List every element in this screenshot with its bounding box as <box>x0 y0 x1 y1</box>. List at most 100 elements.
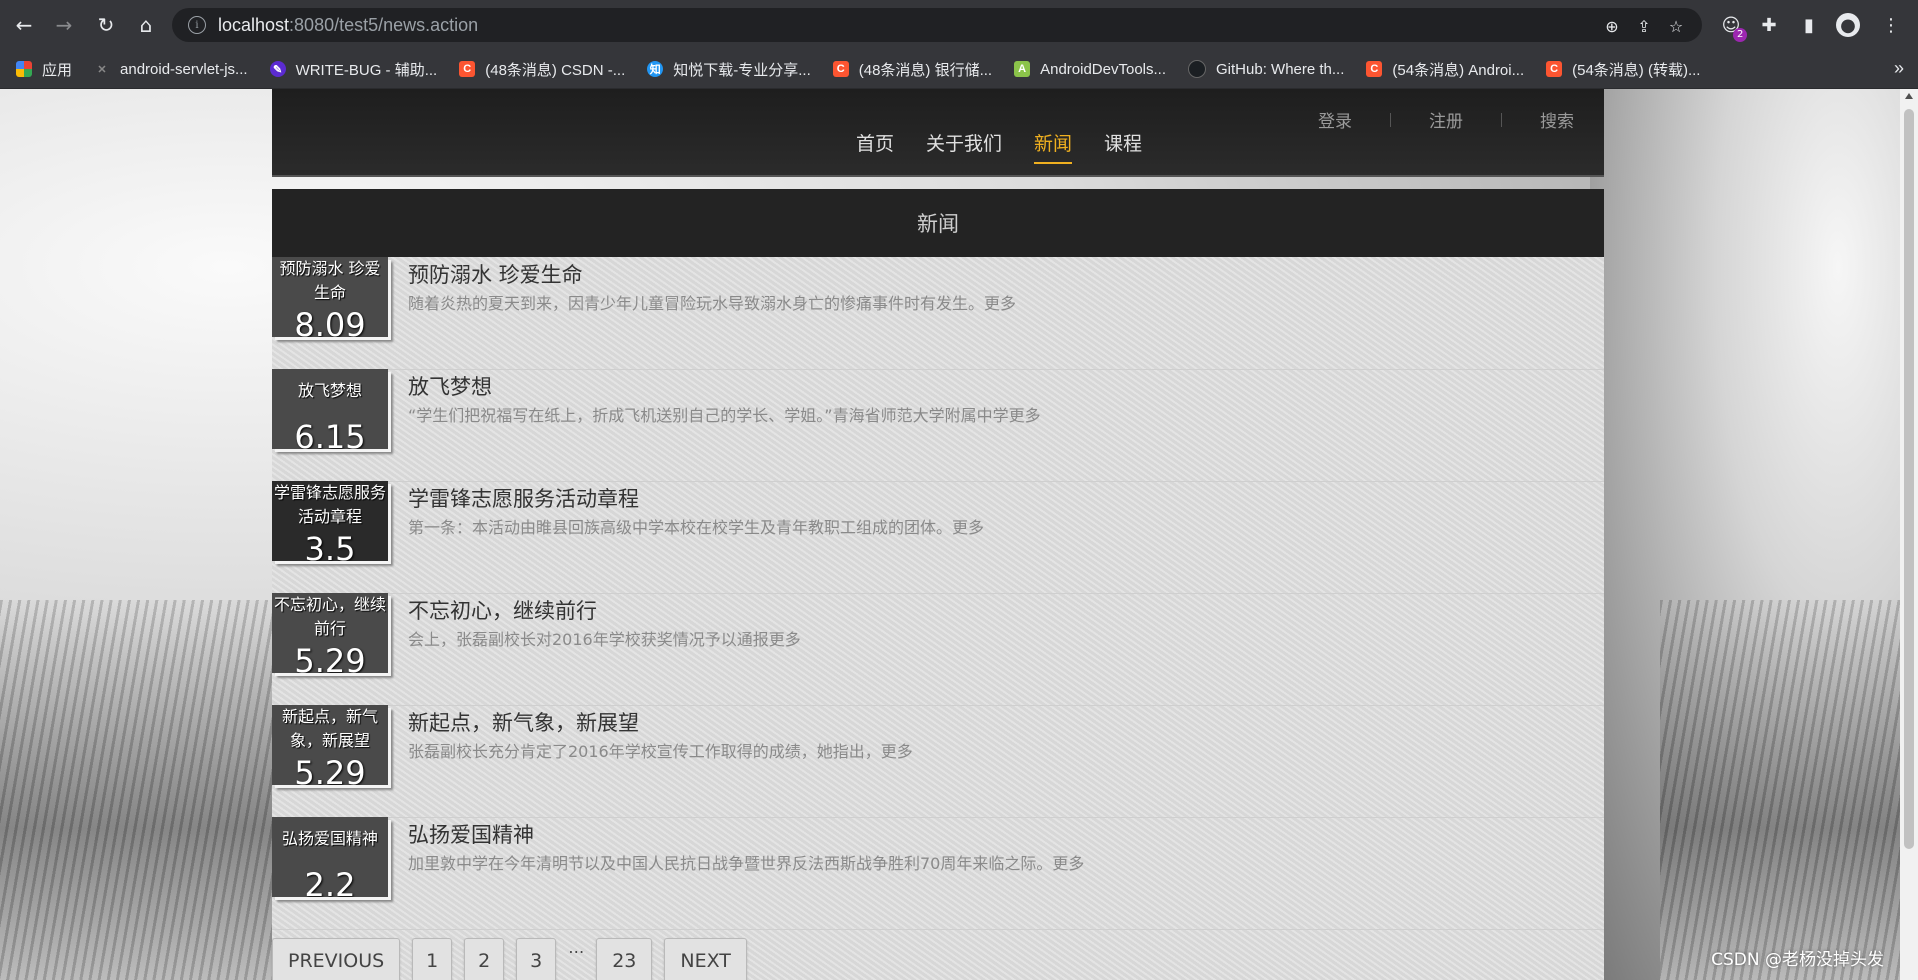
page-1-button[interactable]: 1 <box>412 938 453 980</box>
divider <box>1390 112 1391 127</box>
date-box-title: 不忘初心，继续前行 <box>274 595 387 638</box>
previous-page-button[interactable]: PREVIOUS <box>272 938 401 980</box>
news-title[interactable]: 预防溺水 珍爱生命 <box>408 259 583 289</box>
news-summary[interactable]: 第一条：本活动由睢县回族高级中学本校在校学生及青年教职工组成的团体。更多 <box>408 514 984 538</box>
vertical-scrollbar[interactable] <box>1900 89 1918 980</box>
bookmark-label: WRITE-BUG - 辅助... <box>295 61 438 79</box>
bookmark-android-servlet[interactable]: ✕ android-servlet-js... <box>94 60 248 78</box>
date-box-title: 学雷锋志愿服务活动章程 <box>274 483 387 526</box>
menu-kebab-icon[interactable]: ⋮ <box>1878 12 1904 38</box>
news-title[interactable]: 弘扬爱国精神 <box>408 819 534 849</box>
date-box[interactable]: 放飞梦想 6.15 <box>272 369 388 449</box>
forward-arrow-icon[interactable]: → <box>48 9 80 41</box>
url-text[interactable]: localhost:8080/test5/news.action <box>218 15 478 36</box>
news-title[interactable]: 不忘初心，继续前行 <box>408 595 597 625</box>
date-box[interactable]: 预防溺水 珍爱生命 8.09 <box>272 257 388 337</box>
news-item[interactable]: 预防溺水 珍爱生命 8.09 预防溺水 珍爱生命 随着炎热的夏天到来，因青少年儿… <box>272 257 1604 370</box>
csdn-icon: C <box>832 61 849 77</box>
news-summary[interactable]: 张磊副校长充分肯定了2016年学校宣传工作取得的成绩，她指出，更多 <box>408 738 913 762</box>
scroll-up-arrow-icon[interactable] <box>1905 93 1913 99</box>
news-date: 3.5 <box>304 530 356 561</box>
date-box[interactable]: 学雷锋志愿服务活动章程 3.5 <box>272 481 388 561</box>
news-title[interactable]: 放飞梦想 <box>408 371 492 401</box>
reload-icon[interactable]: ↻ <box>90 9 122 41</box>
news-summary[interactable]: 会上，张磊副校长对2016年学校获奖情况予以通报更多 <box>408 626 801 650</box>
bookmark-androiddevtools[interactable]: A AndroidDevTools... <box>1014 61 1166 78</box>
date-box-title: 预防溺水 珍爱生命 <box>279 259 381 302</box>
date-box-title: 放飞梦想 <box>297 381 362 400</box>
github-icon <box>1188 60 1207 78</box>
news-item[interactable]: 学雷锋志愿服务活动章程 3.5 学雷锋志愿服务活动章程 第一条：本活动由睢县回族… <box>272 481 1604 594</box>
date-box-title: 弘扬爱国精神 <box>281 829 378 848</box>
page-3-button[interactable]: 3 <box>516 938 557 980</box>
news-summary[interactable]: “学生们把祝福写在纸上，折成飞机送别自己的学长、学姐。”青海省师范大学附属中学更… <box>408 402 1041 426</box>
back-arrow-icon[interactable]: ← <box>8 9 40 41</box>
page-2-button[interactable]: 2 <box>464 938 505 980</box>
bookmark-star-icon[interactable]: ☆ <box>1666 16 1686 36</box>
date-box[interactable]: 不忘初心，继续前行 5.29 <box>272 593 388 673</box>
divider <box>1501 112 1502 127</box>
page-viewport: 登录 注册 搜索 首页 关于我们 新闻 课程 新闻 预防溺水 珍爱生命 8.09 <box>0 89 1900 980</box>
home-icon[interactable]: ⌂ <box>130 9 162 41</box>
section-title: 新闻 <box>917 212 959 236</box>
writebug-icon: ✎ <box>269 61 286 77</box>
address-bar[interactable]: i localhost:8080/test5/news.action ⊕ ⇪ ☆ <box>172 8 1702 42</box>
bookmark-label: AndroidDevTools... <box>1040 60 1167 78</box>
date-box[interactable]: 新起点，新气象，新展望 5.29 <box>272 705 388 785</box>
news-date: 8.09 <box>294 306 366 337</box>
date-box[interactable]: 弘扬爱国精神 2.2 <box>272 817 388 897</box>
register-link[interactable]: 注册 <box>1425 107 1467 132</box>
bookmark-label: (48条消息) CSDN -... <box>485 61 626 79</box>
bookmark-zhiyue[interactable]: 知知悦下载-专业分享... <box>647 59 811 80</box>
more-bookmarks-chevron-icon[interactable]: » <box>1894 58 1904 79</box>
zoom-icon[interactable]: ⊕ <box>1602 16 1622 36</box>
bookmark-writebug[interactable]: ✎ WRITE-BUG - 辅助... <box>269 59 438 80</box>
url-host: localhost <box>218 14 290 35</box>
csdn-icon: C <box>1366 61 1383 77</box>
x-icon: ✕ <box>97 63 107 76</box>
site-info-icon[interactable]: i <box>188 16 206 34</box>
androiddevtools-icon: A <box>1014 61 1031 77</box>
nav-about[interactable]: 关于我们 <box>926 129 1002 164</box>
csdn-watermark: CSDN @老杨没掉头发 <box>1711 950 1884 970</box>
nav-courses[interactable]: 课程 <box>1104 129 1142 164</box>
zhiyue-icon: 知 <box>647 61 664 77</box>
scrollbar-thumb[interactable] <box>1904 109 1914 849</box>
news-item[interactable]: 放飞梦想 6.15 放飞梦想 “学生们把祝福写在纸上，折成飞机送别自己的学长、学… <box>272 369 1604 482</box>
site-header: 登录 注册 搜索 首页 关于我们 新闻 课程 <box>272 89 1604 177</box>
side-panel-icon[interactable]: ▮ <box>1796 12 1822 38</box>
bookmark-apps[interactable]: 应用 <box>16 59 72 80</box>
bookmark-github[interactable]: GitHub: Where th... <box>1188 60 1344 78</box>
bookmark-label: 应用 <box>42 61 73 79</box>
nav-news[interactable]: 新闻 <box>1034 129 1073 164</box>
csdn-icon: C <box>1546 61 1563 77</box>
bookmark-label: android-servlet-js... <box>120 60 248 78</box>
bookmark-csdn-1[interactable]: C (48条消息) CSDN -... <box>459 59 625 80</box>
nav-home[interactable]: 首页 <box>856 129 894 164</box>
bookmark-csdn-2[interactable]: C (48条消息) 银行储... <box>832 59 992 80</box>
bookmark-csdn-3[interactable]: C (54条消息) Androi... <box>1366 59 1524 80</box>
concert-background-left <box>0 600 272 980</box>
news-summary[interactable]: 加里敦中学在今年清明节以及中国人民抗日战争暨世界反法西斯战争胜利70周年来临之际… <box>408 850 1084 874</box>
bookmarks-bar: 应用 ✕ android-servlet-js... ✎ WRITE-BUG - 辅… <box>0 50 1918 89</box>
bookmark-csdn-4[interactable]: C (54条消息) (转载)... <box>1546 59 1700 80</box>
news-title[interactable]: 新起点，新气象，新展望 <box>408 707 639 737</box>
csdn-icon: C <box>459 61 476 77</box>
news-list: 预防溺水 珍爱生命 8.09 预防溺水 珍爱生命 随着炎热的夏天到来，因青少年儿… <box>272 257 1604 980</box>
news-title[interactable]: 学雷锋志愿服务活动章程 <box>408 483 639 513</box>
news-item[interactable]: 不忘初心，继续前行 5.29 不忘初心，继续前行 会上，张磊副校长对2016年学… <box>272 593 1604 706</box>
news-item[interactable]: 新起点，新气象，新展望 5.29 新起点，新气象，新展望 张磊副校长充分肯定了2… <box>272 705 1604 818</box>
news-item[interactable]: 弘扬爱国精神 2.2 弘扬爱国精神 加里敦中学在今年清明节以及中国人民抗日战争暨… <box>272 817 1604 930</box>
next-page-button[interactable]: NEXT <box>664 938 747 980</box>
puzzle-icon[interactable]: ✚ <box>1756 12 1782 38</box>
profile-avatar-icon[interactable]: ● <box>1836 13 1860 37</box>
news-summary[interactable]: 随着炎热的夏天到来，因青少年儿童冒险玩水导致溺水身亡的惨痛事件时有发生。更多 <box>408 290 1016 314</box>
page-last-button[interactable]: 23 <box>596 938 653 980</box>
concert-background-right <box>1660 600 1900 980</box>
share-icon[interactable]: ⇪ <box>1634 16 1654 36</box>
page-ellipsis: … <box>568 938 585 957</box>
news-date: 6.15 <box>294 418 366 449</box>
bookmark-label: GitHub: Where th... <box>1216 60 1345 78</box>
search-link[interactable]: 搜索 <box>1536 107 1578 132</box>
login-link[interactable]: 登录 <box>1314 107 1356 132</box>
